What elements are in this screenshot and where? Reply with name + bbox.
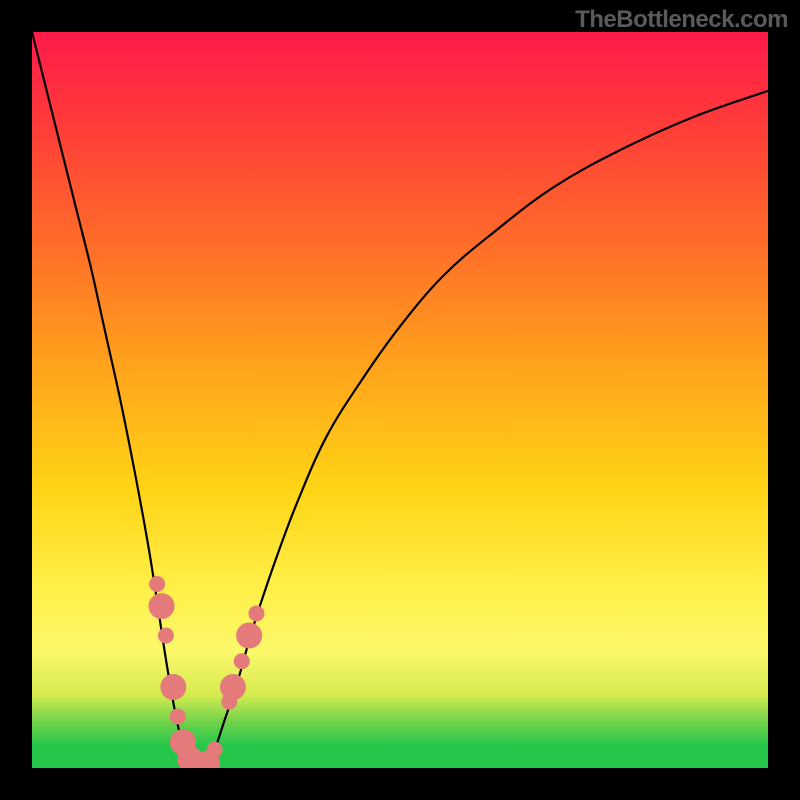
highlight-dot — [234, 653, 250, 669]
chart-container: TheBottleneck.com — [0, 0, 800, 800]
plot-area — [32, 32, 768, 768]
highlight-dot — [149, 576, 165, 592]
highlight-dot — [149, 593, 175, 619]
right-branch-curve — [201, 91, 768, 768]
curves-layer — [32, 32, 768, 768]
highlight-markers — [149, 576, 265, 768]
highlight-dot — [236, 623, 262, 649]
highlight-dot — [160, 674, 186, 700]
highlight-dot — [158, 628, 174, 644]
highlight-dot — [207, 742, 223, 758]
highlight-dot — [248, 605, 264, 621]
attribution-label: TheBottleneck.com — [575, 6, 788, 34]
highlight-dot — [170, 708, 186, 724]
highlight-dot — [220, 674, 246, 700]
left-branch-curve — [32, 32, 201, 768]
